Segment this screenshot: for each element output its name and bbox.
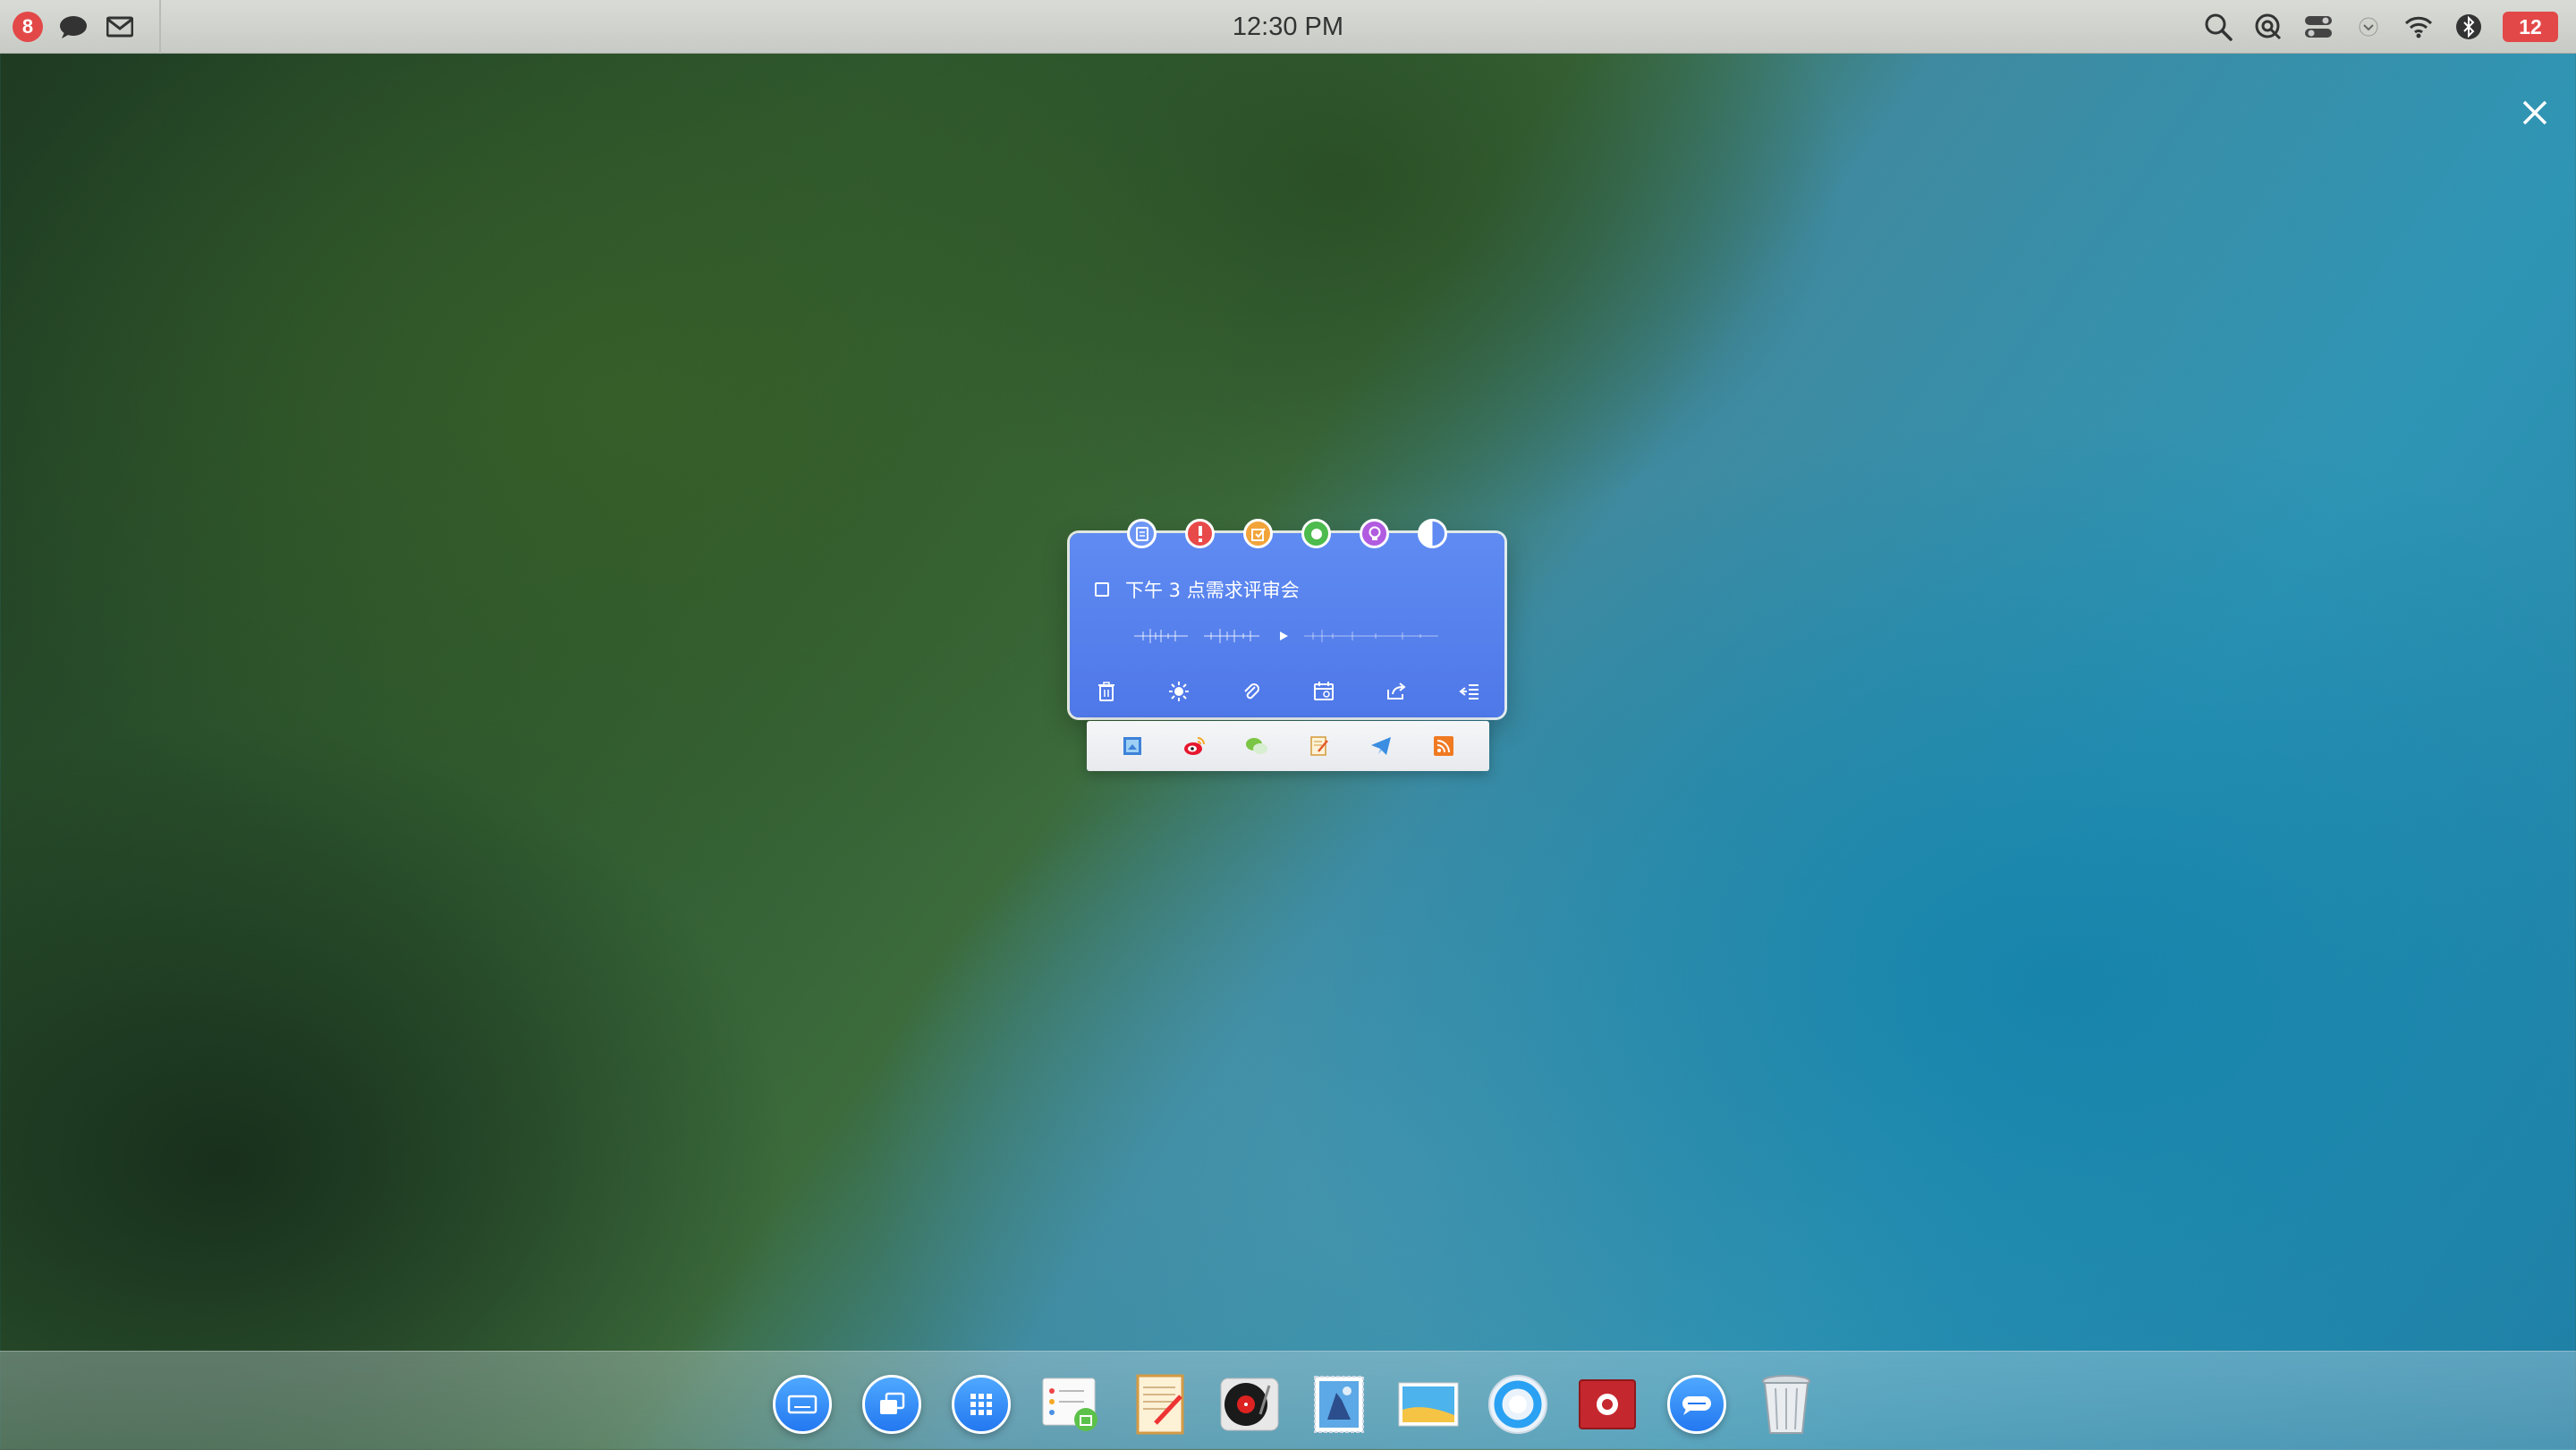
search-icon[interactable] (2202, 11, 2234, 43)
menu-bar: 8 12:30 PM 12 (0, 0, 2576, 54)
notification-badge[interactable]: 8 (13, 12, 43, 42)
chat-icon[interactable] (57, 11, 89, 43)
todo-tag-icon[interactable] (1243, 519, 1273, 548)
email-share-icon[interactable] (1119, 733, 1146, 759)
control-center-icon[interactable] (2302, 11, 2334, 43)
attachment-icon[interactable] (1235, 675, 1267, 708)
menu-bar-right: 12 (2202, 0, 2558, 54)
browser-app-icon[interactable] (1485, 1371, 1551, 1437)
telegram-icon[interactable] (1368, 733, 1394, 759)
close-button[interactable] (2515, 93, 2555, 132)
todo-checkbox[interactable] (1095, 582, 1109, 597)
menu-divider (159, 0, 161, 54)
note-tag-icon[interactable] (1127, 519, 1157, 548)
mail-icon[interactable] (104, 11, 136, 43)
keyboard-app-icon[interactable] (769, 1371, 835, 1437)
idea-tag-icon[interactable] (1360, 519, 1389, 548)
theme-tag-icon[interactable] (1418, 519, 1447, 548)
spotlight-icon[interactable] (2252, 11, 2284, 43)
collapse-icon[interactable] (1453, 675, 1485, 708)
notes-app-icon[interactable] (1127, 1371, 1193, 1437)
launcher-app-icon[interactable] (948, 1371, 1014, 1437)
message-count-badge[interactable]: 12 (2503, 12, 2558, 42)
chevron-down-icon[interactable] (2352, 11, 2385, 43)
windows-app-icon[interactable] (859, 1371, 925, 1437)
wechat-icon[interactable] (1243, 733, 1270, 759)
photos-app-icon[interactable] (1306, 1371, 1372, 1437)
dock-items (769, 1371, 1819, 1437)
todo-item: 下午 3 点需求评审会 (1095, 576, 1300, 603)
share-icon[interactable] (1380, 675, 1412, 708)
wifi-icon[interactable] (2402, 11, 2435, 43)
rss-icon[interactable] (1430, 733, 1457, 759)
calendar-icon[interactable] (1308, 675, 1340, 708)
bluetooth-icon[interactable] (2453, 11, 2485, 43)
calendar-app-icon[interactable] (1038, 1371, 1104, 1437)
menu-bar-left: 8 (13, 0, 161, 54)
todo-text[interactable]: 下午 3 点需求评审会 (1125, 576, 1300, 603)
messages-app-icon[interactable] (1664, 1371, 1730, 1437)
brightness-icon[interactable] (1163, 675, 1195, 708)
dock (0, 1351, 2576, 1450)
share-tray (1087, 721, 1489, 771)
clock: 12:30 PM (1232, 13, 1344, 41)
important-tag-icon[interactable] (1185, 519, 1215, 548)
gallery-app-icon[interactable] (1395, 1371, 1462, 1437)
dictionary-app-icon[interactable] (1574, 1371, 1640, 1437)
trash-app-icon[interactable] (1753, 1371, 1819, 1437)
tag-row (1127, 519, 1447, 548)
audio-waveform[interactable] (1134, 626, 1438, 646)
play-icon (1280, 632, 1288, 640)
note-card: 下午 3 点需求评审会 (1070, 519, 1504, 717)
trash-icon[interactable] (1090, 675, 1123, 708)
done-tag-icon[interactable] (1301, 519, 1331, 548)
music-app-icon[interactable] (1216, 1371, 1283, 1437)
note-toolbar (1070, 666, 1504, 717)
weibo-icon[interactable] (1181, 733, 1208, 759)
notes-icon[interactable] (1306, 733, 1333, 759)
